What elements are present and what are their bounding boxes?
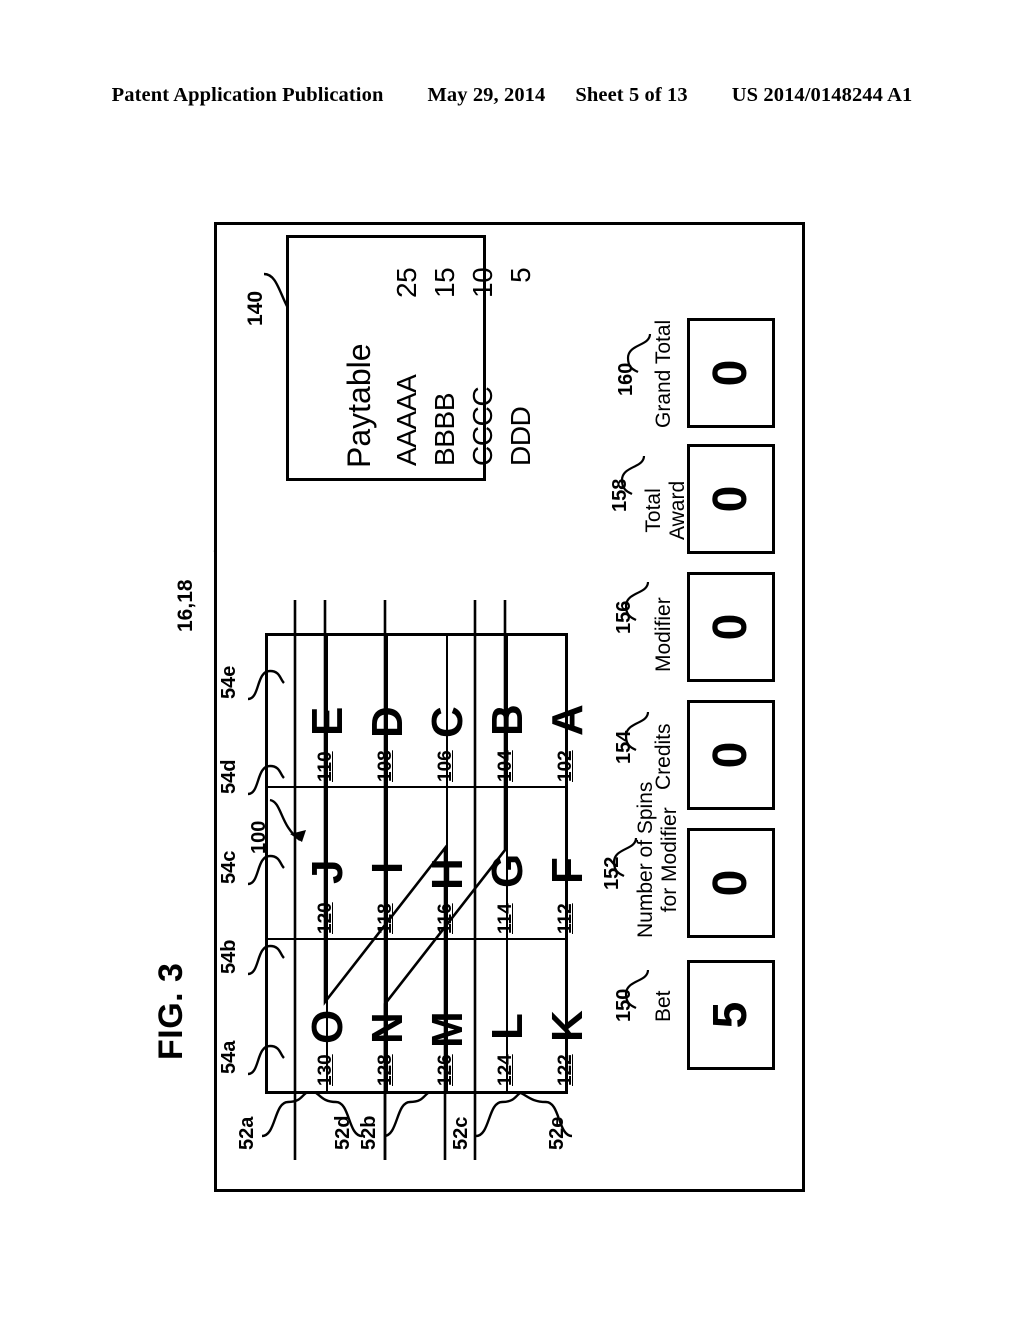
meter-value-modifier: 0 — [704, 613, 757, 641]
meter-box-total-award: 0 — [687, 444, 775, 554]
paytable-title: Paytable — [341, 343, 377, 468]
payline-callout-52e: 52e — [517, 1092, 636, 1160]
leader-line-54a — [247, 1044, 285, 1076]
paytable-value: 25 — [391, 267, 422, 298]
meter-box-bet: 5 — [687, 960, 775, 1070]
reel-row-ref-54e: 54e — [218, 665, 240, 699]
patent-number: US 2014/0148244 A1 — [731, 84, 913, 106]
meter-value-grand-total: 0 — [704, 359, 757, 387]
leader-line-156 — [624, 581, 650, 621]
meter-label-bet: Bet — [652, 990, 675, 1022]
paytable-value-column: 25 15 10 5 — [391, 267, 545, 298]
meter-box-spins-for-modifier: 0 — [687, 828, 775, 938]
meter-box-credits: 0 — [687, 700, 775, 810]
device-reference-number: 16,18 — [174, 579, 197, 632]
meter-value-total-award: 0 — [704, 485, 757, 513]
figure-label: FIG. 3 — [152, 962, 190, 1060]
leader-line-150 — [624, 969, 650, 1009]
publication-title: Patent Application Publication — [111, 84, 384, 106]
paytable-value: 5 — [505, 267, 536, 283]
leader-line-160 — [626, 333, 652, 373]
leader-line-54e — [247, 669, 285, 701]
paytable-symbol-column: AAAAA BBBB CCCC DDD — [391, 374, 545, 466]
reel-display-area: E 110 D 108 C 106 B 104 A 102 J 120 I 11… — [236, 600, 596, 1160]
meter-value-credits: 0 — [704, 741, 757, 769]
reel-row-ref-54d: 54d — [218, 759, 240, 794]
reel-row-ref-54c: 54c — [218, 850, 240, 884]
payline-ref-52c: 52c — [450, 1116, 472, 1150]
paytable-symbol: AAAAA — [391, 374, 422, 466]
paytable-symbol: CCCC — [467, 386, 498, 466]
payline-ref-52a: 52a — [236, 1116, 258, 1150]
leader-line-158 — [620, 455, 646, 495]
leader-line-52e — [517, 1092, 573, 1138]
reel-row-callout-54a: 54a — [218, 1030, 288, 1090]
reel-row-callout-54e: 54e — [218, 655, 288, 715]
meter-label-modifier: Modifier — [652, 597, 675, 672]
payline-callout-52d: 52d — [313, 1092, 422, 1160]
meter-box-modifier: 0 — [687, 572, 775, 682]
reel-grid-reference-callout: 100 — [242, 780, 322, 870]
paytable-panel: Paytable AAAAA BBBB CCCC DDD 25 15 10 5 — [286, 235, 536, 481]
publication-header: Patent Application Publication May 29, 20… — [0, 84, 1024, 107]
leader-line-100 — [269, 798, 306, 842]
paytable-value: 10 — [467, 267, 498, 298]
meter-value-bet: 5 — [704, 1001, 757, 1029]
leader-line-152 — [612, 837, 638, 877]
reel-row-ref-54a: 54a — [218, 1040, 240, 1074]
meter-value-spins-for-modifier: 0 — [704, 869, 757, 897]
leader-line-154 — [624, 711, 650, 751]
leader-line-54b — [247, 944, 285, 976]
reel-row-callout-54b: 54b — [218, 930, 288, 990]
paytable-symbol: DDD — [505, 406, 536, 466]
meter-label-credits: Credits — [652, 723, 675, 790]
paytable-symbol: BBBB — [429, 392, 460, 466]
leader-line-52d — [313, 1092, 363, 1138]
payline-overlay — [293, 600, 507, 1160]
sheet-number: Sheet 5 of 13 — [575, 84, 688, 106]
publication-date: May 29, 2014 — [427, 84, 546, 106]
paytable-value: 15 — [429, 267, 460, 298]
meter-box-grand-total: 0 — [687, 318, 775, 428]
reel-row-ref-54b: 54b — [218, 939, 240, 974]
